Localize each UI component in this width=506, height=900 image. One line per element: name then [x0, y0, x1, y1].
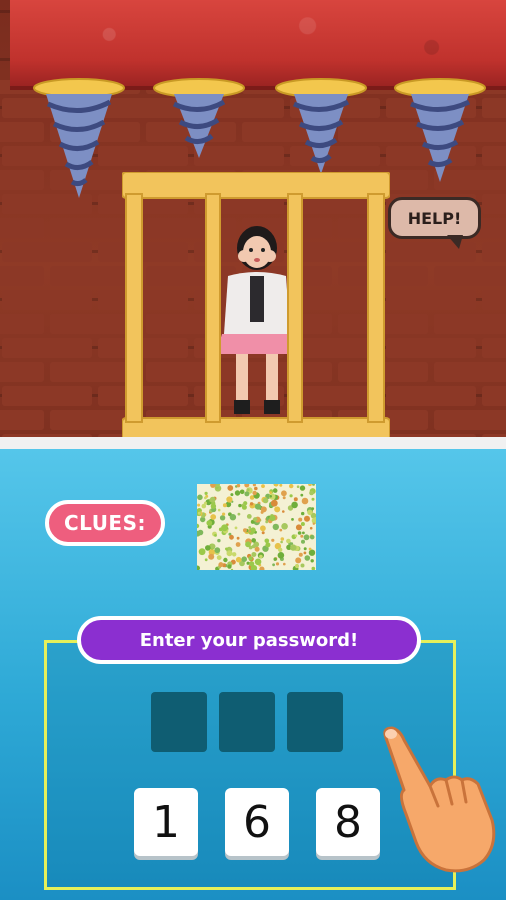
clues-badge: CLUES:: [45, 500, 165, 546]
password-slot: [151, 692, 207, 752]
color-blind-clue-image[interactable]: [197, 484, 316, 570]
help-speech-bubble: HELP!: [388, 197, 481, 239]
digit-key-1[interactable]: 1: [134, 788, 198, 856]
password-title-text: Enter your password!: [139, 629, 359, 651]
speech-bubble-tail: [447, 235, 463, 249]
golden-cage: [122, 172, 390, 444]
digit-key-8[interactable]: 8: [316, 788, 380, 856]
clues-label: CLUES:: [63, 511, 146, 535]
floor-divider: [0, 437, 506, 449]
digit-key-6[interactable]: 6: [225, 788, 289, 856]
password-slot: [287, 692, 343, 752]
password-title: Enter your password!: [77, 616, 421, 664]
drill-icon: [394, 78, 486, 182]
help-text: HELP!: [407, 208, 462, 228]
password-slot: [219, 692, 275, 752]
pointing-hand-icon: [383, 726, 496, 873]
drill-icon: [33, 78, 125, 198]
crushing-ceiling: [10, 0, 506, 90]
